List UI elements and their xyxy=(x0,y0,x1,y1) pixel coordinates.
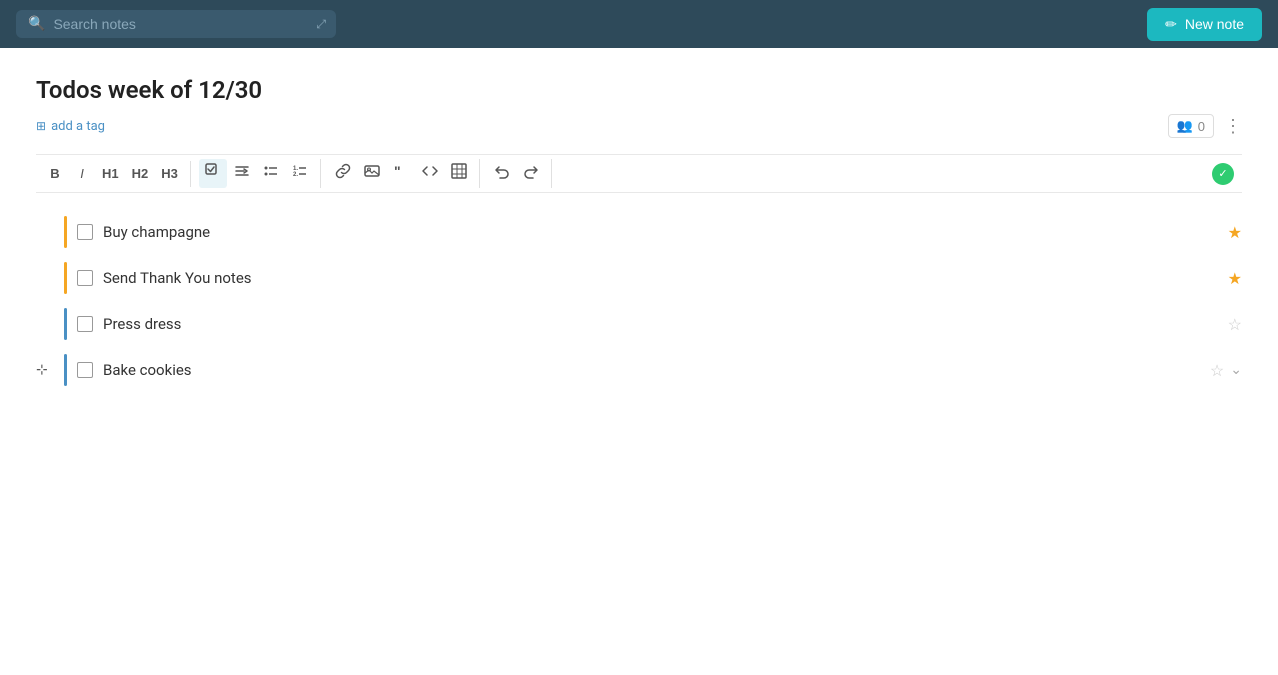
star-icon[interactable]: ★ xyxy=(1228,223,1242,242)
undo-button[interactable] xyxy=(488,159,516,188)
list-item: ⊹ Bake cookies ☆ ⌄ xyxy=(64,347,1242,393)
priority-border xyxy=(64,262,67,294)
add-tag-link[interactable]: ⊞ add a tag xyxy=(36,119,105,134)
h1-button[interactable]: H1 xyxy=(96,161,125,187)
table-button[interactable] xyxy=(445,159,473,188)
svg-text:2.: 2. xyxy=(293,172,298,178)
item-actions: ★ xyxy=(1228,269,1242,288)
list-item: Send Thank You notes ★ xyxy=(64,255,1242,301)
todo-text[interactable]: Buy champagne xyxy=(103,223,1228,241)
expand-icon[interactable]: ⤢ xyxy=(316,17,326,32)
indent-button[interactable] xyxy=(228,159,256,188)
new-note-label: New note xyxy=(1185,16,1244,32)
note-title[interactable]: Todos week of 12/30 xyxy=(36,76,1242,104)
ordered-list-button[interactable]: 1. 2. xyxy=(286,159,314,188)
text-style-group: B I H1 H2 H3 xyxy=(36,161,191,187)
h3-button[interactable]: H3 xyxy=(155,161,184,187)
list-item: Press dress ☆ xyxy=(64,301,1242,347)
todo-group: 1. 2. xyxy=(193,159,321,188)
topbar: 🔍 ⤢ ✏ New note xyxy=(0,0,1278,48)
todo-checkbox[interactable] xyxy=(77,362,93,378)
priority-border xyxy=(64,216,67,248)
todo-text[interactable]: Press dress xyxy=(103,315,1228,333)
search-box[interactable]: 🔍 ⤢ xyxy=(16,10,336,38)
todo-checkbox[interactable] xyxy=(77,316,93,332)
pencil-icon: ✏ xyxy=(1165,16,1177,33)
collab-count: 0 xyxy=(1198,119,1205,134)
save-indicator: ✓ xyxy=(1212,163,1234,185)
collab-button[interactable]: 👥 0 xyxy=(1168,114,1214,138)
quote-button[interactable]: " xyxy=(387,159,415,188)
note-editor: Todos week of 12/30 ⊞ add a tag 👥 0 ⋮ B … xyxy=(0,48,1278,675)
h2-button[interactable]: H2 xyxy=(126,161,155,187)
list-item: Buy champagne ★ xyxy=(64,209,1242,255)
priority-border xyxy=(64,308,67,340)
people-icon: 👥 xyxy=(1177,118,1193,134)
item-actions: ☆ ⌄ xyxy=(1210,361,1242,380)
more-options-button[interactable]: ⋮ xyxy=(1224,117,1242,135)
checklist-button[interactable] xyxy=(199,159,227,188)
tag-icon: ⊞ xyxy=(36,119,46,133)
new-note-button[interactable]: ✏ New note xyxy=(1147,8,1262,41)
code-button[interactable] xyxy=(416,159,444,188)
italic-button[interactable]: I xyxy=(69,161,95,187)
star-icon[interactable]: ★ xyxy=(1228,269,1242,288)
item-actions: ☆ xyxy=(1228,315,1242,334)
item-actions: ★ xyxy=(1228,223,1242,242)
star-icon[interactable]: ☆ xyxy=(1210,361,1224,380)
save-check-icon: ✓ xyxy=(1218,167,1227,180)
chevron-down-icon[interactable]: ⌄ xyxy=(1230,362,1242,378)
redo-button[interactable] xyxy=(517,159,545,188)
todo-checkbox[interactable] xyxy=(77,224,93,240)
drag-handle[interactable]: ⊹ xyxy=(36,362,48,378)
image-button[interactable] xyxy=(358,159,386,188)
tag-row: ⊞ add a tag 👥 0 ⋮ xyxy=(36,114,1242,138)
todo-text[interactable]: Send Thank You notes xyxy=(103,269,1228,287)
star-icon[interactable]: ☆ xyxy=(1228,315,1242,334)
add-tag-label: add a tag xyxy=(51,119,105,134)
todo-list: Buy champagne ★ Send Thank You notes ★ P… xyxy=(36,209,1242,393)
link-button[interactable] xyxy=(329,159,357,188)
todo-text[interactable]: Bake cookies xyxy=(103,361,1210,379)
unordered-list-button[interactable] xyxy=(257,159,285,188)
editor-toolbar: B I H1 H2 H3 xyxy=(36,154,1242,193)
bold-button[interactable]: B xyxy=(42,161,68,187)
history-group xyxy=(482,159,552,188)
svg-text:": " xyxy=(394,163,401,179)
todo-checkbox[interactable] xyxy=(77,270,93,286)
priority-border xyxy=(64,354,67,386)
search-icon: 🔍 xyxy=(28,16,45,32)
search-input[interactable] xyxy=(53,16,324,32)
insert-group: " xyxy=(323,159,480,188)
tag-actions: 👥 0 ⋮ xyxy=(1168,114,1242,138)
